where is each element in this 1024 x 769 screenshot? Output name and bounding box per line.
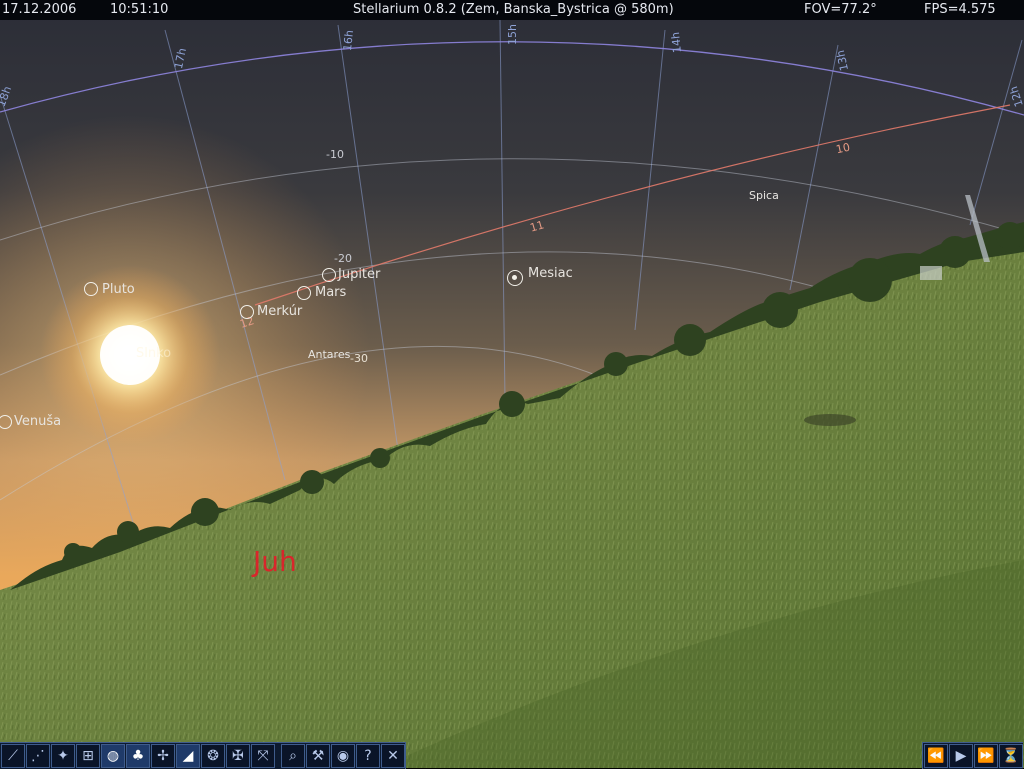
search-icon[interactable]: ⌕ — [281, 744, 305, 768]
sky-view[interactable] — [0, 0, 1024, 768]
mesiac-label[interactable]: Mesiac — [528, 266, 573, 281]
ground-hole — [804, 414, 856, 426]
venusa-label[interactable]: Venuša — [14, 414, 61, 429]
ra-label-14h: 14h — [668, 31, 685, 54]
antares-label[interactable]: Antares — [308, 348, 350, 361]
time-toolbar: ⏪ ▶ ⏩ ⏳ — [922, 742, 1023, 769]
pluto-label[interactable]: Pluto — [102, 282, 135, 297]
dec-label-20: -20 — [334, 252, 352, 265]
pluto-marker[interactable] — [84, 282, 98, 296]
mesiac-marker[interactable] — [507, 270, 523, 286]
status-bar: 17.12.2006 10:51:10 Stellarium 0.8.2 (Ze… — [0, 0, 1024, 20]
ra-label-16h: 16h — [340, 29, 357, 52]
toolbar-separator — [275, 743, 280, 769]
constellation-names-icon[interactable]: ✦ — [51, 744, 75, 768]
shed — [920, 266, 942, 280]
rewind-icon[interactable]: ⏪ — [924, 744, 948, 768]
date-text: 17.12.2006 — [2, 2, 77, 17]
constellation-art-icon[interactable]: ⋰ — [26, 744, 50, 768]
ra-label-15h: 15h — [505, 24, 519, 45]
app-title: Stellarium 0.8.2 (Zem, Banska_Bystrica @… — [353, 2, 674, 17]
time-text: 10:51:10 — [110, 2, 169, 17]
fps-text: FPS=4.575 — [924, 2, 996, 17]
jupiter-marker[interactable] — [322, 268, 336, 282]
mars-marker[interactable] — [297, 286, 311, 300]
dec-label-30: -30 — [350, 352, 368, 365]
main-toolbar: ⟋ ⋰ ✦ ⊞ ◍ ♣ ✢ ◢ ❂ ✠ ⤧ ⌕ ⚒ ◉ ? ✕ — [0, 742, 406, 769]
mars-label[interactable]: Mars — [315, 285, 346, 300]
merkur-label[interactable]: Merkúr — [257, 304, 302, 319]
moon-icon — [512, 275, 517, 280]
cardinal-south: Juh — [253, 545, 297, 578]
config-icon[interactable]: ⚒ — [306, 744, 330, 768]
help-icon[interactable]: ? — [356, 744, 380, 768]
play-icon[interactable]: ▶ — [949, 744, 973, 768]
equatorial-mount-icon[interactable]: ✠ — [226, 744, 250, 768]
sun-label[interactable]: Slnko — [136, 346, 171, 361]
fast-forward-icon[interactable]: ⏩ — [974, 744, 998, 768]
equatorial-grid-icon[interactable]: ◍ — [101, 744, 125, 768]
atmosphere-icon[interactable]: ◢ — [176, 744, 200, 768]
azimuth-grid-icon[interactable]: ⊞ — [76, 744, 100, 768]
jupiter-label[interactable]: Jupiter — [338, 267, 380, 282]
cardinal-points-icon[interactable]: ✢ — [151, 744, 175, 768]
spica-label[interactable]: Spica — [749, 189, 779, 202]
constellation-lines-icon[interactable]: ⟋ — [1, 744, 25, 768]
dec-label-10: -10 — [326, 148, 344, 161]
center-selection-icon[interactable]: ⤧ — [251, 744, 275, 768]
quit-icon[interactable]: ✕ — [381, 744, 405, 768]
merkur-marker[interactable] — [240, 305, 254, 319]
fov-text: FOV=77.2° — [804, 2, 877, 17]
night-mode-icon[interactable]: ◉ — [331, 744, 355, 768]
nebulae-icon[interactable]: ❂ — [201, 744, 225, 768]
now-icon[interactable]: ⏳ — [999, 744, 1023, 768]
ground-icon[interactable]: ♣ — [126, 744, 150, 768]
